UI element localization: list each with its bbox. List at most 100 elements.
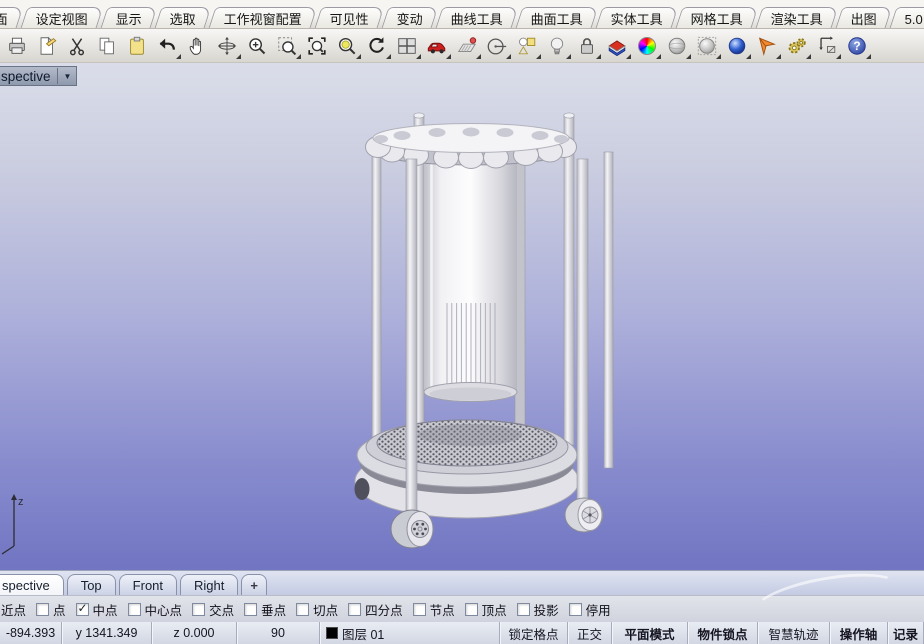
osnap-item[interactable]: 顶点 [465, 600, 507, 619]
dimension-icon[interactable] [813, 32, 840, 59]
viewport-tab[interactable]: Front [119, 574, 177, 595]
zoom-selected-icon[interactable] [333, 32, 360, 59]
osnap-item[interactable]: 点 [36, 600, 66, 619]
menu-tab[interactable]: 变动 [382, 7, 439, 28]
render-icon[interactable] [753, 32, 780, 59]
menu-tab[interactable]: 出图 [836, 7, 893, 28]
menu-tab-label: 网格工具 [691, 9, 743, 28]
viewport-title-dropdown[interactable]: spective ▼ [0, 66, 77, 86]
viewport-layout-icon[interactable] [393, 32, 420, 59]
osnap-item[interactable]: 垂点 [244, 600, 286, 619]
menu-tab[interactable]: 显示 [101, 7, 158, 28]
cut-scissors-icon[interactable] [63, 32, 90, 59]
menu-tab[interactable]: 设定视图 [21, 7, 104, 28]
settings-gears-icon[interactable] [783, 32, 810, 59]
status-cell[interactable]: 锁定格点 [500, 622, 568, 644]
osnap-checkbox[interactable] [348, 603, 361, 616]
viewport-tab[interactable]: spective [0, 574, 64, 595]
osnap-checkbox[interactable] [192, 603, 205, 616]
osnap-checkbox[interactable] [128, 603, 141, 616]
osnap-item[interactable]: 中心点 [128, 600, 183, 619]
menu-tab-label: 曲面工具 [531, 9, 583, 28]
viewport-canvas[interactable]: z spective ▼ [0, 63, 924, 570]
osnap-item[interactable]: 切点 [296, 600, 338, 619]
osnap-item[interactable]: 交点 [192, 600, 234, 619]
model-3d: z [0, 63, 924, 570]
menu-tab[interactable]: 面 [0, 7, 23, 28]
ghosted-sphere-icon[interactable] [693, 32, 720, 59]
osnap-checkbox[interactable] [296, 603, 309, 616]
flyout-triangle-icon [476, 54, 481, 59]
status-bar: -894.393y 1341.349z 0.00090图层 01锁定格点正交平面… [0, 622, 924, 644]
status-cell[interactable]: 智慧轨迹 [758, 622, 830, 644]
object-display-icon[interactable] [513, 32, 540, 59]
lamp-icon[interactable] [543, 32, 570, 59]
osnap-bar: 近点点中点 中心点交点垂点 切点四分点节点顶点投影停用 [0, 595, 924, 622]
status-cell[interactable]: 正交 [568, 622, 612, 644]
menu-tab[interactable]: 渲染工具 [756, 7, 839, 28]
menu-tab[interactable]: 5.0 的新功能 [890, 7, 924, 28]
osnap-item[interactable]: 四分点 [348, 600, 403, 619]
zoom-extents-icon[interactable] [303, 32, 330, 59]
menu-tab-label: 可见性 [330, 9, 369, 28]
osnap-label: 切点 [313, 600, 338, 619]
cplane-icon[interactable] [453, 32, 480, 59]
menu-tab-bar: 面设定视图显示选取工作视窗配置 可见性变动曲线工具曲面工具实体工具网格工具渲染工具… [0, 0, 924, 29]
paste-icon[interactable] [123, 32, 150, 59]
color-wheel-icon[interactable] [633, 32, 660, 59]
add-viewport-tab-button[interactable]: + [241, 574, 267, 595]
undo-icon[interactable] [153, 32, 180, 59]
osnap-checkbox[interactable] [465, 603, 478, 616]
status-cell-label: 智慧轨迹 [768, 624, 818, 643]
status-cell: -894.393 [0, 622, 62, 644]
menu-tab[interactable]: 网格工具 [676, 7, 759, 28]
status-cell[interactable]: 记录 [888, 622, 924, 644]
print-icon[interactable] [3, 32, 30, 59]
menu-tab[interactable]: 曲线工具 [436, 7, 519, 28]
flyout-triangle-icon [596, 54, 601, 59]
zoom-window-icon[interactable] [273, 32, 300, 59]
osnap-checkbox[interactable] [76, 603, 89, 616]
zoom-in-icon[interactable] [243, 32, 270, 59]
status-cell[interactable]: 物件锁点 [688, 622, 758, 644]
pan-hand-icon[interactable] [183, 32, 210, 59]
flyout-triangle-icon [356, 54, 361, 59]
flyout-triangle-icon [866, 54, 871, 59]
osnap-checkbox[interactable] [244, 603, 257, 616]
viewport-tab[interactable]: Right [180, 574, 238, 595]
status-cell[interactable]: 操作轴 [830, 622, 888, 644]
model-caster-right [565, 498, 603, 532]
rotate-view-icon[interactable] [213, 32, 240, 59]
status-cell-label: 90 [271, 626, 285, 640]
status-cell[interactable]: 平面模式 [612, 622, 688, 644]
osnap-item[interactable]: 停用 [569, 600, 611, 619]
osnap-checkbox[interactable] [413, 603, 426, 616]
menu-tab[interactable]: 实体工具 [596, 7, 679, 28]
lock-icon[interactable] [573, 32, 600, 59]
osnap-label: 中心点 [145, 600, 183, 619]
viewport-tab[interactable]: Top [67, 574, 116, 595]
undo-view-icon[interactable] [363, 32, 390, 59]
rendered-sphere-icon[interactable] [723, 32, 750, 59]
osnap-checkbox[interactable] [517, 603, 530, 616]
osnap-item[interactable]: 近点 [1, 600, 26, 619]
osnap-item[interactable]: 中点 [76, 600, 118, 619]
osnap-checkbox[interactable] [36, 603, 49, 616]
shaded-sphere-icon[interactable] [663, 32, 690, 59]
osnap-item[interactable]: 节点 [413, 600, 455, 619]
divider [57, 68, 58, 84]
circle-tool-icon[interactable] [483, 32, 510, 59]
menu-tab-label: 工作视窗配置 [224, 9, 302, 28]
menu-tab[interactable]: 选取 [155, 7, 212, 28]
menu-tab[interactable]: 曲面工具 [516, 7, 599, 28]
osnap-checkbox[interactable] [569, 603, 582, 616]
named-view-car-icon[interactable] [423, 32, 450, 59]
copy-icon[interactable] [93, 32, 120, 59]
help-icon[interactable]: ? [843, 32, 870, 59]
menu-tab[interactable]: 工作视窗配置 [209, 7, 318, 28]
new-file-icon[interactable] [33, 32, 60, 59]
layer-icon[interactable] [603, 32, 630, 59]
osnap-item[interactable]: 投影 [517, 600, 559, 619]
menu-tab[interactable]: 可见性 [315, 7, 385, 28]
flyout-triangle-icon [296, 54, 301, 59]
